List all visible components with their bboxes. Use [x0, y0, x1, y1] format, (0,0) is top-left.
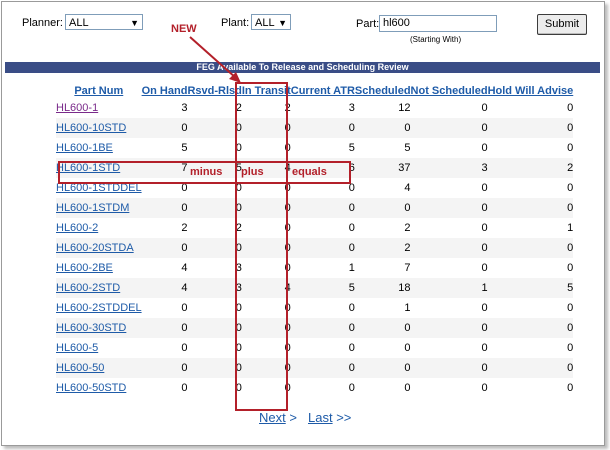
arrow-icon: [189, 36, 241, 83]
last-arrow-icon: >>: [336, 410, 352, 425]
next-link-label: Next: [259, 410, 286, 425]
in-transit-highlight: [235, 82, 288, 411]
minus-annotation: minus: [190, 166, 223, 178]
next-arrow-icon: >: [289, 410, 297, 425]
equals-annotation: equals: [292, 166, 327, 178]
plus-annotation: plus: [241, 166, 264, 178]
next-link[interactable]: Next >: [259, 410, 297, 425]
last-link-label: Last: [308, 410, 333, 425]
last-link[interactable]: Last >>: [308, 410, 351, 425]
